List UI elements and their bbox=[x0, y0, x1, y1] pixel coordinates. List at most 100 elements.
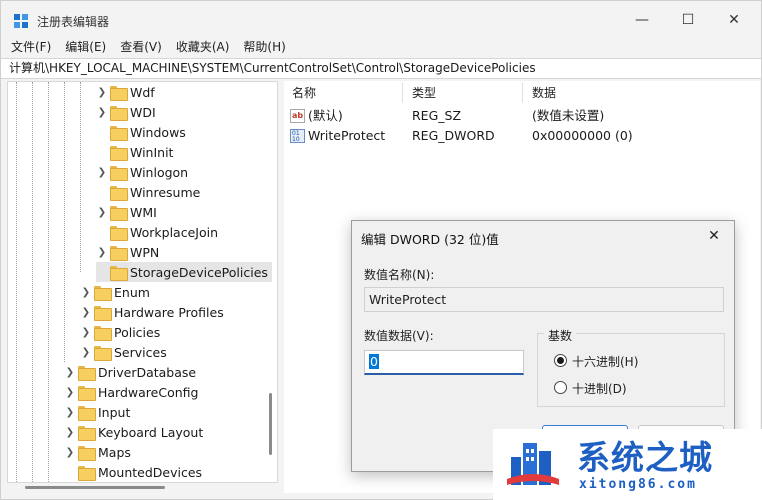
tree-item[interactable]: ❯ WMI bbox=[96, 202, 157, 222]
tree-item-label: Windows bbox=[130, 124, 186, 140]
menu-file[interactable]: 文件(F) bbox=[11, 37, 51, 57]
tree-item[interactable]: Winresume bbox=[96, 182, 200, 202]
value-data-label: 数值数据(V): bbox=[364, 329, 434, 343]
tree-item[interactable]: ❯ WPN bbox=[96, 242, 159, 262]
folder-icon bbox=[78, 385, 96, 401]
tree-item[interactable]: ❯ HardwareConfig bbox=[64, 382, 198, 402]
tree-item[interactable]: ❯ DriverDatabase bbox=[64, 362, 196, 382]
tree-item[interactable]: ❯ WDI bbox=[96, 102, 156, 122]
tree-item[interactable]: WorkplaceJoin bbox=[96, 222, 218, 242]
maximize-button[interactable]: ☐ bbox=[665, 1, 711, 39]
menu-favorites[interactable]: 收藏夹(A) bbox=[176, 37, 230, 57]
dialog-close-button[interactable]: ✕ bbox=[700, 223, 728, 249]
column-separator[interactable] bbox=[402, 83, 403, 103]
value-type: REG_DWORD bbox=[412, 128, 495, 143]
tree-item-label: Policies bbox=[114, 324, 161, 340]
folder-icon bbox=[78, 465, 96, 481]
chevron-right-icon[interactable]: ❯ bbox=[96, 242, 108, 262]
folder-icon bbox=[110, 245, 128, 261]
tree-item-label: WPN bbox=[130, 244, 160, 260]
registry-tree[interactable]: ❯ Wdf ❯ WDI Windows WinInit ❯ Winlogon Winresume… bbox=[7, 81, 278, 483]
chevron-right-icon bbox=[96, 262, 108, 282]
tree-item-label: HardwareConfig bbox=[98, 384, 199, 400]
tree-item-label: Services bbox=[114, 344, 167, 360]
chevron-right-icon[interactable]: ❯ bbox=[80, 282, 92, 302]
folder-icon bbox=[110, 145, 128, 161]
chevron-right-icon[interactable]: ❯ bbox=[64, 422, 76, 442]
menu-help[interactable]: 帮助(H) bbox=[243, 37, 285, 57]
tree-item-label: Hardware Profiles bbox=[114, 304, 224, 320]
tree-item-label: Maps bbox=[98, 444, 131, 460]
folder-icon bbox=[78, 425, 96, 441]
decimal-radio-label[interactable]: 十进制(D) bbox=[572, 380, 627, 397]
tree-item-label: StorageDevicePolicies bbox=[130, 264, 268, 280]
column-name-header[interactable]: 名称 bbox=[292, 81, 316, 105]
value-name: WriteProtect bbox=[308, 128, 386, 143]
tree-item[interactable]: ❯ Wdf bbox=[96, 82, 155, 102]
menu-view[interactable]: 查看(V) bbox=[120, 37, 162, 57]
dialog-title: 编辑 DWORD (32 位)值 bbox=[361, 232, 499, 247]
tree-vertical-scrollbar-thumb[interactable] bbox=[269, 393, 272, 455]
tree-item[interactable]: StorageDevicePolicies bbox=[96, 262, 272, 282]
registry-editor-window: 注册表编辑器 — ☐ ✕ 文件(F) 编辑(E) 查看(V) 收藏夹(A) 帮助… bbox=[0, 0, 762, 500]
tree-guide-line bbox=[48, 82, 49, 482]
tree-guide-line bbox=[64, 82, 65, 362]
decimal-radio[interactable] bbox=[554, 381, 567, 394]
close-button[interactable]: ✕ bbox=[711, 1, 757, 39]
column-separator[interactable] bbox=[522, 83, 523, 103]
chevron-right-icon[interactable]: ❯ bbox=[64, 382, 76, 402]
tree-item[interactable]: ❯ Input bbox=[64, 402, 130, 422]
chevron-right-icon[interactable]: ❯ bbox=[64, 362, 76, 382]
tree-item[interactable]: ❯ Policies bbox=[80, 322, 160, 342]
tree-item[interactable]: WinInit bbox=[96, 142, 173, 162]
tree-item[interactable]: MountedDevices bbox=[64, 462, 202, 482]
close-icon: ✕ bbox=[708, 228, 720, 244]
base-label: 基数 bbox=[544, 327, 577, 344]
value-data-text: 0 bbox=[369, 354, 379, 369]
chevron-right-icon[interactable]: ❯ bbox=[80, 322, 92, 342]
watermark: 系统之城 xitong86.com bbox=[493, 429, 762, 500]
folder-icon bbox=[78, 445, 96, 461]
chevron-right-icon[interactable]: ❯ bbox=[80, 342, 92, 362]
chevron-right-icon[interactable]: ❯ bbox=[96, 202, 108, 222]
value-data: 0x00000000 (0) bbox=[532, 128, 633, 143]
address-bar[interactable]: 计算机\HKEY_LOCAL_MACHINE\SYSTEM\CurrentCon… bbox=[1, 58, 761, 79]
tree-guide-line bbox=[80, 82, 81, 272]
column-data-header[interactable]: 数据 bbox=[532, 81, 556, 105]
tree-item[interactable]: ❯ Services bbox=[80, 342, 167, 362]
tree-item[interactable]: ❯ Enum bbox=[80, 282, 150, 302]
tree-item[interactable]: ❯ Winlogon bbox=[96, 162, 188, 182]
chevron-right-icon[interactable]: ❯ bbox=[96, 82, 108, 102]
tree-item[interactable]: ❯ Keyboard Layout bbox=[64, 422, 203, 442]
tree-item-label: Wdf bbox=[130, 84, 155, 100]
folder-icon bbox=[110, 265, 128, 281]
watermark-text: 系统之城 bbox=[577, 438, 713, 477]
tree-item[interactable]: Windows bbox=[96, 122, 186, 142]
tree-item[interactable]: ❯ Maps bbox=[64, 442, 131, 462]
list-item[interactable]: ab (默认) REG_SZ (数值未设置) bbox=[284, 106, 760, 126]
tree-item[interactable]: ❯ Hardware Profiles bbox=[80, 302, 224, 322]
binary-value-icon bbox=[290, 129, 305, 143]
hex-radio-label[interactable]: 十六进制(H) bbox=[572, 353, 638, 370]
column-type-header[interactable]: 类型 bbox=[412, 81, 436, 105]
value-name: (默认) bbox=[308, 108, 343, 123]
minimize-icon: — bbox=[635, 12, 649, 28]
chevron-right-icon[interactable]: ❯ bbox=[96, 102, 108, 122]
tree-item-label: WorkplaceJoin bbox=[130, 224, 219, 240]
menu-edit[interactable]: 编辑(E) bbox=[65, 37, 106, 57]
tree-guide-line bbox=[32, 82, 33, 482]
chevron-right-icon[interactable]: ❯ bbox=[64, 442, 76, 462]
watermark-url: xitong86.com bbox=[579, 477, 697, 492]
chevron-right-icon bbox=[96, 122, 108, 142]
chevron-right-icon[interactable]: ❯ bbox=[80, 302, 92, 322]
tree-item-label: WMI bbox=[130, 204, 157, 220]
chevron-right-icon[interactable]: ❯ bbox=[96, 162, 108, 182]
scrollbar-thumb[interactable] bbox=[25, 486, 165, 489]
folder-icon bbox=[78, 365, 96, 381]
chevron-right-icon[interactable]: ❯ bbox=[64, 402, 76, 422]
list-item[interactable]: WriteProtect REG_DWORD 0x00000000 (0) bbox=[284, 126, 760, 146]
tree-horizontal-scrollbar[interactable] bbox=[7, 483, 278, 493]
minimize-button[interactable]: — bbox=[619, 1, 665, 39]
value-data-input[interactable]: 0 bbox=[364, 350, 524, 375]
hex-radio[interactable] bbox=[554, 354, 567, 367]
